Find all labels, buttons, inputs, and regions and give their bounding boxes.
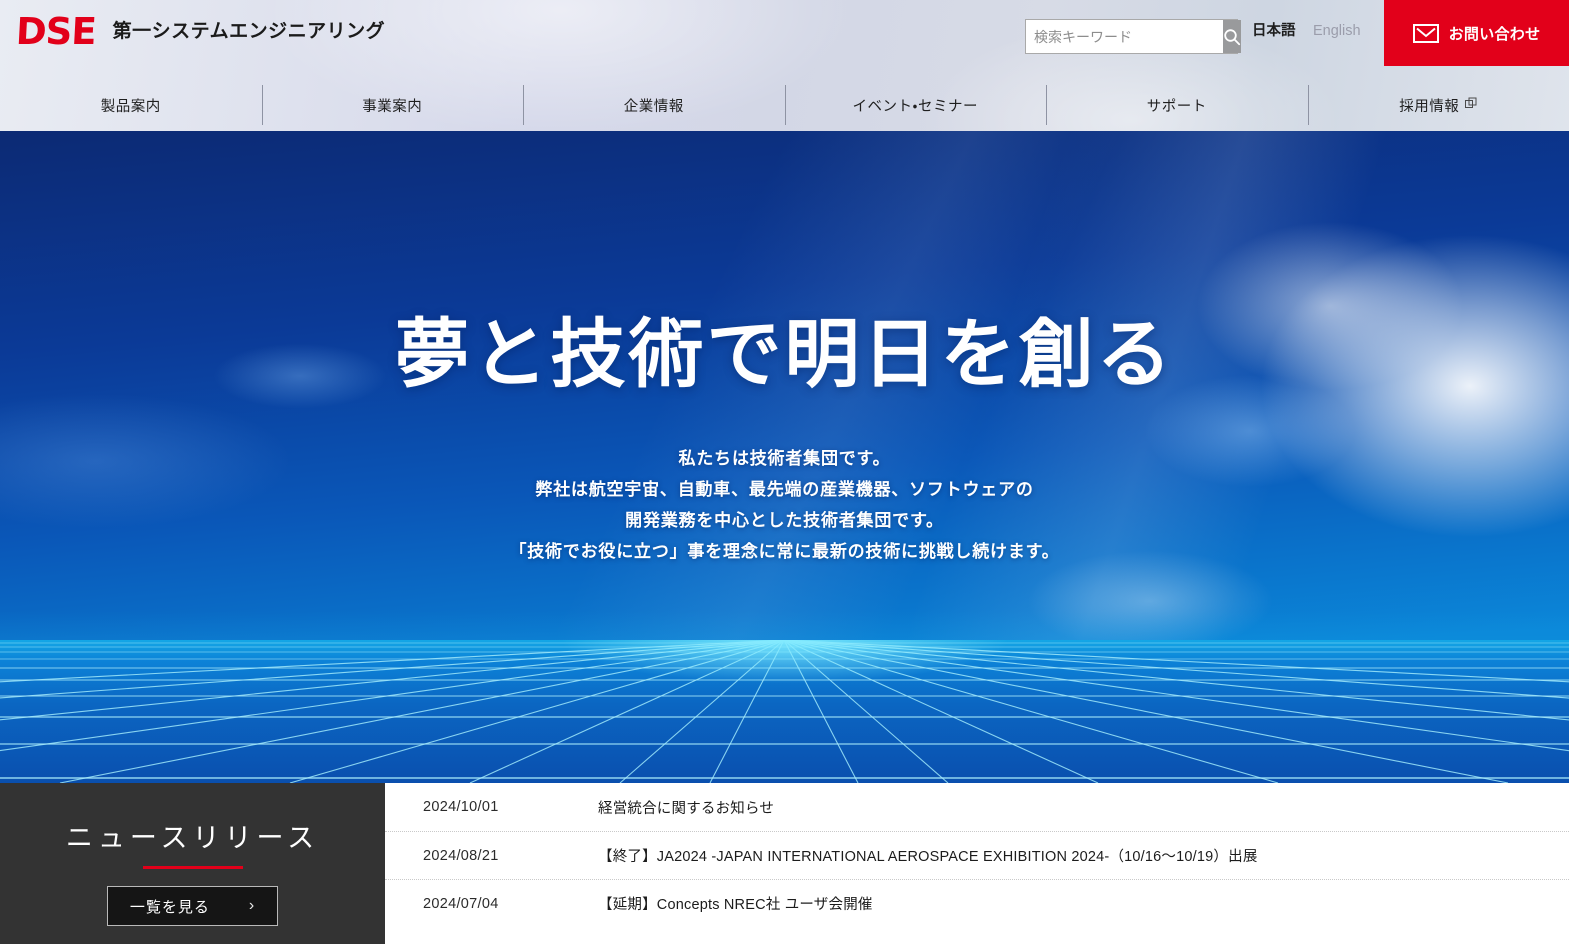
search-submit-button[interactable]: [1223, 20, 1241, 53]
hero-line: 弊社は航空宇宙、自動車、最先端の産業機器、ソフトウェアの: [535, 479, 1034, 499]
news-item-title: 経営統合に関するお知らせ: [598, 800, 775, 817]
nav-item-recruit[interactable]: 採用情報: [1307, 80, 1569, 130]
news-list-item[interactable]: 2024/10/01 経営統合に関するお知らせ: [385, 783, 1569, 831]
header-top-bar: DSE 第一システムエンジニアリング 日本語 English: [0, 0, 1569, 66]
news-item-title: 【終了】JA2024 -JAPAN INTERNATIONAL AEROSPAC…: [598, 849, 1258, 865]
search-input[interactable]: [1026, 20, 1223, 53]
hero-description: 私たちは技術者集団です。 弊社は航空宇宙、自動車、最先端の産業機器、ソフトウェア…: [0, 443, 1569, 567]
news-release-heading: ニュースリリース: [65, 823, 320, 853]
news-release-section: ニュースリリース 一覧を見る › 2024/10/01 経営統合に関するお知らせ…: [0, 783, 1569, 944]
nav-label: サポート: [1146, 98, 1207, 115]
news-release-list: 2024/10/01 経営統合に関するお知らせ 2024/08/21 【終了】J…: [385, 783, 1569, 944]
news-item-date: 2024/08/21: [423, 847, 499, 864]
nav-item-products[interactable]: 製品案内: [0, 80, 262, 130]
nav-item-support[interactable]: サポート: [1046, 80, 1308, 130]
news-item-date: 2024/10/01: [423, 799, 499, 815]
chevron-right-icon: ›: [248, 897, 256, 914]
lang-switch-en[interactable]: English: [1313, 24, 1361, 39]
news-view-all-button[interactable]: 一覧を見る ›: [107, 886, 278, 926]
external-link-icon: [1465, 97, 1477, 113]
hero-title: 夢と技術で明日を創る: [394, 312, 1175, 396]
nav-item-business[interactable]: 事業案内: [261, 80, 524, 130]
hero-copy: 夢と技術で明日を創る 私たちは技術者集団です。 弊社は航空宇宙、自動車、最先端の…: [0, 131, 1569, 567]
hero-banner: 夢と技術で明日を創る 私たちは技術者集団です。 弊社は航空宇宙、自動車、最先端の…: [0, 131, 1569, 783]
nav-label: 採用情報: [1399, 98, 1460, 115]
news-item-date: 2024/07/04: [423, 895, 499, 912]
news-release-panel: ニュースリリース 一覧を見る ›: [0, 783, 385, 944]
site-header: DSE 第一システムエンジニアリング 日本語 English: [0, 0, 1569, 131]
envelope-icon: [1412, 23, 1439, 43]
search-box[interactable]: [1025, 19, 1241, 54]
logo-company-name: 第一システムエンジニアリング: [112, 21, 386, 42]
search-icon: [1224, 28, 1241, 45]
news-list-item[interactable]: 2024/08/21 【終了】JA2024 -JAPAN INTERNATION…: [385, 831, 1569, 879]
site-logo[interactable]: DSE 第一システムエンジニアリング: [14, 10, 386, 53]
hero-sun-glow: [474, 640, 1095, 760]
nav-label: イベント・セミナー: [852, 98, 978, 115]
page-root: DSE 第一システムエンジニアリング 日本語 English: [0, 0, 1569, 944]
nav-label: 事業案内: [362, 98, 423, 115]
news-heading-underline: [142, 866, 243, 869]
main-navigation: 製品案内 事業案内 企業情報 イベント・セミナー サポート 採用情報: [0, 80, 1569, 130]
news-view-all-label: 一覧を見る: [129, 898, 210, 916]
nav-item-events-seminars[interactable]: イベント・セミナー: [784, 80, 1047, 130]
nav-label: 製品案内: [100, 98, 161, 115]
news-list-item[interactable]: 2024/07/04 【延期】Concepts NREC社 ユーザ会開催: [385, 879, 1569, 927]
logo-mark-dse: DSE: [14, 10, 97, 53]
contact-button[interactable]: お問い合わせ: [1384, 0, 1569, 66]
news-item-title: 【延期】Concepts NREC社 ユーザ会開催: [598, 897, 873, 913]
lang-switch-ja[interactable]: 日本語: [1252, 24, 1296, 39]
hero-line: 「技術でお役に立つ」事を理念に常に最新の技術に挑戦し続けます。: [509, 541, 1060, 561]
hero-line: 私たちは技術者集団です。: [678, 448, 891, 468]
contact-button-label: お問い合わせ: [1448, 25, 1541, 43]
nav-item-company[interactable]: 企業情報: [523, 80, 785, 130]
hero-line: 開発業務を中心とした技術者集団です。: [625, 510, 944, 530]
nav-label: 企業情報: [623, 98, 684, 115]
